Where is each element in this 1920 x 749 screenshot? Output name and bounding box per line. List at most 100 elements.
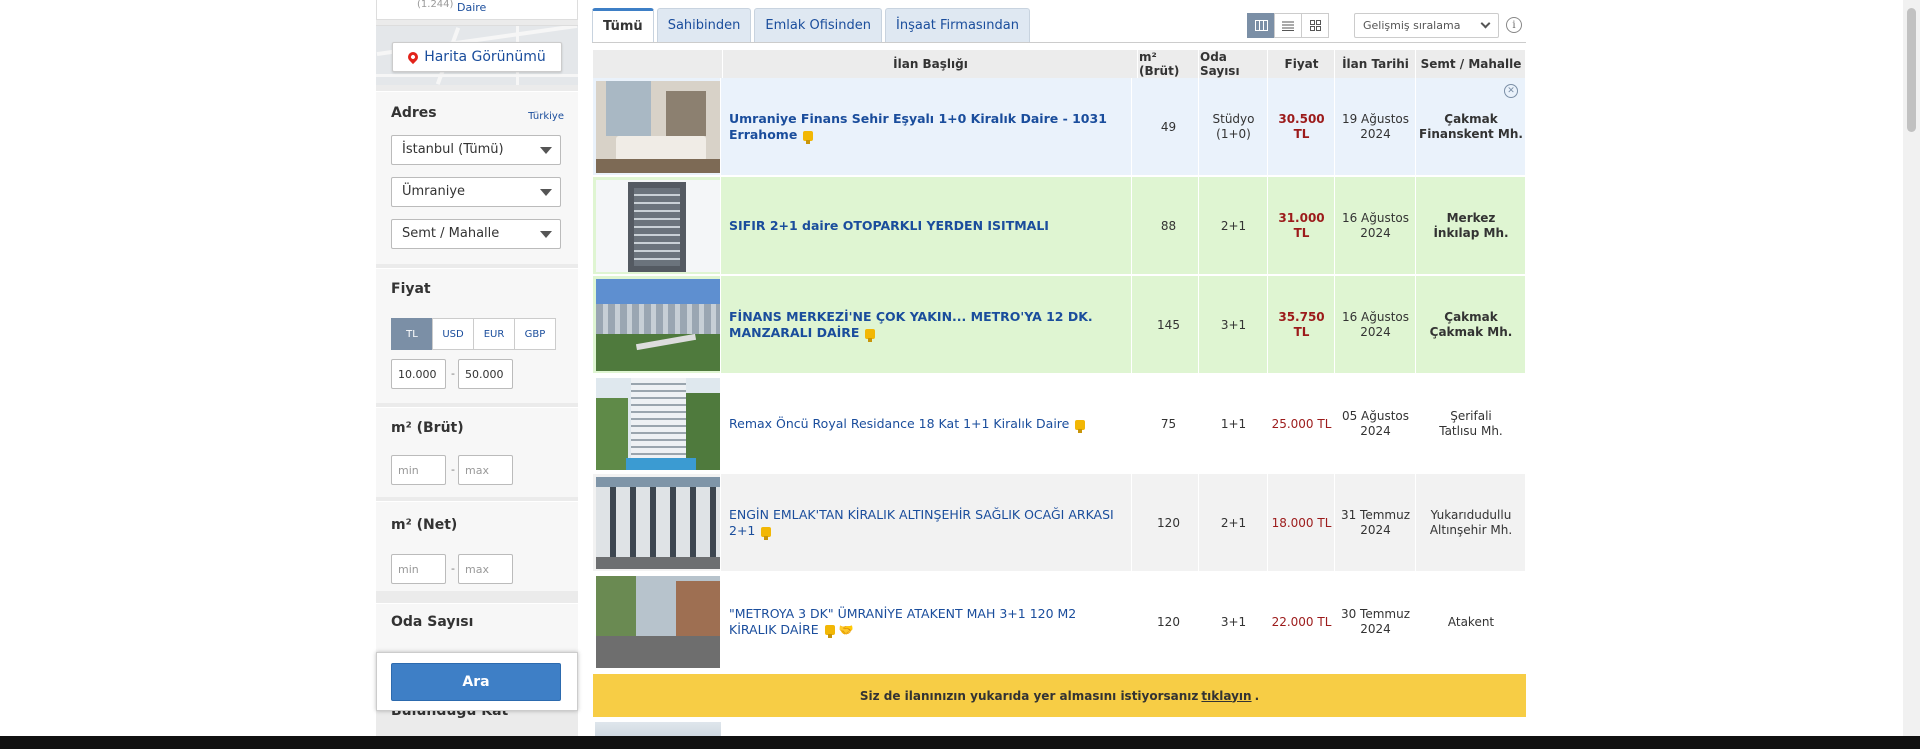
building-photo[interactable] bbox=[595, 180, 720, 272]
promo-link[interactable]: tıklayın bbox=[1201, 689, 1251, 703]
header-thumb bbox=[593, 50, 723, 78]
listing-title[interactable]: ENGİN EMLAK'TAN KİRALIK ALTINŞEHİR SAĞLI… bbox=[729, 507, 1114, 538]
price-cell: 18.000 TL bbox=[1269, 474, 1335, 572]
table-row[interactable]: FİNANS MERKEZİ'NE ÇOK YAKIN... METRO'YA … bbox=[593, 276, 1526, 374]
close-icon[interactable]: ✕ bbox=[1504, 84, 1518, 98]
seller-tabs: Tümü Sahibinden Emlak Ofisinden İnşaat F… bbox=[592, 8, 1030, 42]
residence-photo[interactable] bbox=[595, 378, 720, 470]
header-date[interactable]: İlan Tarihi bbox=[1336, 50, 1416, 78]
city-select[interactable]: İstanbul (Tümü) bbox=[391, 135, 561, 165]
header-location[interactable]: Semt / Mahalle bbox=[1417, 50, 1526, 78]
currency-eur[interactable]: EUR bbox=[473, 318, 515, 350]
thumbnail-cell[interactable] bbox=[595, 474, 721, 572]
date-line-2: 2024 bbox=[1360, 622, 1391, 636]
listing-title[interactable]: "METROYA 3 DK" ÜMRANİYE ATAKENT MAH 3+1 … bbox=[729, 606, 1076, 637]
skyline-photo[interactable] bbox=[595, 279, 720, 371]
listing-title[interactable]: Remax Öncü Royal Residance 18 Kat 1+1 Ki… bbox=[729, 416, 1069, 431]
listing-title[interactable]: FİNANS MERKEZİ'NE ÇOK YAKIN... METRO'YA … bbox=[729, 309, 1093, 340]
living-room-photo[interactable] bbox=[595, 81, 720, 173]
location-line-2: Altınşehir Mh. bbox=[1429, 523, 1513, 537]
listing-title[interactable]: SIFIR 2+1 daire OTOPARKLI YERDEN ISITMAL… bbox=[729, 218, 1049, 233]
sort-select[interactable]: Gelişmiş sıralama bbox=[1354, 13, 1499, 38]
tab-all[interactable]: Tümü bbox=[592, 8, 654, 42]
grid-view-icon[interactable] bbox=[1301, 13, 1329, 38]
date-line-2: 2024 bbox=[1360, 127, 1391, 141]
currency-tl[interactable]: TL bbox=[391, 318, 433, 350]
listing-title-cell[interactable]: ENGİN EMLAK'TAN KİRALIK ALTINŞEHİR SAĞLI… bbox=[724, 474, 1132, 572]
address-panel: Adres Türkiye İstanbul (Tümü) Ümraniye S… bbox=[376, 91, 578, 264]
featured-badge-icon bbox=[1075, 419, 1086, 433]
dropdown-arrow-icon bbox=[540, 189, 552, 196]
table-row[interactable]: Remax Öncü Royal Residance 18 Kat 1+1 Ki… bbox=[593, 375, 1526, 473]
list-view-icon[interactable] bbox=[1274, 13, 1302, 38]
date-cell: 19 Ağustos 2024 bbox=[1336, 78, 1416, 176]
listing-title[interactable]: Umraniye Finans Sehir Eşyalı 1+0 Kiralık… bbox=[729, 111, 1107, 142]
apartment-block-photo[interactable] bbox=[595, 477, 720, 569]
gallery-view-icon[interactable] bbox=[1247, 13, 1275, 38]
info-icon[interactable]: i bbox=[1506, 17, 1522, 33]
taskbar-edge bbox=[0, 736, 1920, 749]
thumbnail-cell[interactable] bbox=[595, 276, 721, 374]
m2-gross-title: m² (Brüt) bbox=[391, 420, 464, 436]
header-rooms[interactable]: Oda Sayısı bbox=[1200, 50, 1268, 78]
map-preview[interactable]: Harita Görünümü bbox=[376, 25, 578, 85]
tab-agency[interactable]: Emlak Ofisinden bbox=[754, 8, 883, 42]
m2-gross-max-input[interactable]: max bbox=[458, 455, 513, 485]
date-cell: 31 Temmuz 2024 bbox=[1336, 474, 1416, 572]
m2-net-min-input[interactable]: min bbox=[391, 554, 446, 584]
m2-cell: 120 bbox=[1139, 573, 1199, 671]
price-cell: 30.500 TL bbox=[1269, 78, 1335, 176]
price-max-input[interactable]: 50.000 bbox=[458, 359, 513, 389]
location-cell: Yukarıdudullu Altınşehir Mh. bbox=[1417, 474, 1526, 572]
location-line-2: Tatlısu Mh. bbox=[1439, 424, 1503, 438]
tabs-divider bbox=[592, 42, 1526, 43]
promo-tail: . bbox=[1254, 688, 1260, 703]
date-line-1: 05 Ağustos bbox=[1341, 409, 1410, 423]
map-view-button[interactable]: Harita Görünümü bbox=[392, 42, 562, 72]
scrollbar[interactable] bbox=[1903, 0, 1920, 749]
rooms-cell: 2+1 bbox=[1200, 474, 1268, 572]
thumbnail-cell[interactable] bbox=[595, 375, 721, 473]
date-cell: 16 Ağustos 2024 bbox=[1336, 276, 1416, 374]
table-row[interactable]: Umraniye Finans Sehir Eşyalı 1+0 Kiralık… bbox=[593, 78, 1526, 176]
rooms-cell: 3+1 bbox=[1200, 276, 1268, 374]
thumbnail-cell[interactable] bbox=[595, 78, 721, 176]
rooms-line-1: 1+1 bbox=[1220, 416, 1247, 431]
m2-cell: 49 bbox=[1139, 78, 1199, 176]
date-cell: 30 Temmuz 2024 bbox=[1336, 573, 1416, 671]
m2-cell: 88 bbox=[1139, 177, 1199, 275]
header-m2[interactable]: m² (Brüt) bbox=[1139, 50, 1199, 78]
street-photo[interactable] bbox=[595, 576, 720, 668]
table-row[interactable]: SIFIR 2+1 daire OTOPARKLI YERDEN ISITMAL… bbox=[593, 177, 1526, 275]
currency-gbp[interactable]: GBP bbox=[514, 318, 556, 350]
header-price[interactable]: Fiyat bbox=[1269, 50, 1335, 78]
neighborhood-select[interactable]: Semt / Mahalle bbox=[391, 219, 561, 249]
category-item-cut[interactable]: Daire (1.244) bbox=[376, 0, 578, 20]
thumbnail-cell[interactable] bbox=[595, 177, 721, 275]
m2-net-max-input[interactable]: max bbox=[458, 554, 513, 584]
location-cell: Şerifali Tatlısu Mh. bbox=[1417, 375, 1526, 473]
district-select[interactable]: Ümraniye bbox=[391, 177, 561, 207]
listing-title-cell[interactable]: FİNANS MERKEZİ'NE ÇOK YAKIN... METRO'YA … bbox=[724, 276, 1132, 374]
table-row[interactable]: ENGİN EMLAK'TAN KİRALIK ALTINŞEHİR SAĞLI… bbox=[593, 474, 1526, 572]
listing-title-cell[interactable]: "METROYA 3 DK" ÜMRANİYE ATAKENT MAH 3+1 … bbox=[724, 573, 1132, 671]
currency-usd[interactable]: USD bbox=[432, 318, 474, 350]
scroll-thumb[interactable] bbox=[1907, 8, 1916, 132]
m2-gross-panel: m² (Brüt) min - max bbox=[376, 407, 578, 497]
date-line-2: 2024 bbox=[1360, 424, 1391, 438]
listing-title-cell[interactable]: Remax Öncü Royal Residance 18 Kat 1+1 Ki… bbox=[724, 375, 1132, 473]
country-link[interactable]: Türkiye bbox=[528, 111, 564, 122]
m2-cell: 75 bbox=[1139, 375, 1199, 473]
date-line-2: 2024 bbox=[1360, 226, 1391, 240]
tab-construction[interactable]: İnşaat Firmasından bbox=[885, 8, 1030, 42]
m2-gross-min-input[interactable]: min bbox=[391, 455, 446, 485]
price-min-input[interactable]: 10.000 bbox=[391, 359, 446, 389]
listing-title-cell[interactable]: SIFIR 2+1 daire OTOPARKLI YERDEN ISITMAL… bbox=[724, 177, 1132, 275]
search-button[interactable]: Ara bbox=[391, 663, 561, 701]
listing-title-cell[interactable]: Umraniye Finans Sehir Eşyalı 1+0 Kiralık… bbox=[724, 78, 1132, 176]
date-line-2: 2024 bbox=[1360, 325, 1391, 339]
table-row[interactable]: "METROYA 3 DK" ÜMRANİYE ATAKENT MAH 3+1 … bbox=[593, 573, 1526, 671]
thumbnail-cell[interactable] bbox=[595, 573, 721, 671]
header-title[interactable]: İlan Başlığı bbox=[724, 50, 1138, 78]
tab-owner[interactable]: Sahibinden bbox=[656, 8, 752, 42]
